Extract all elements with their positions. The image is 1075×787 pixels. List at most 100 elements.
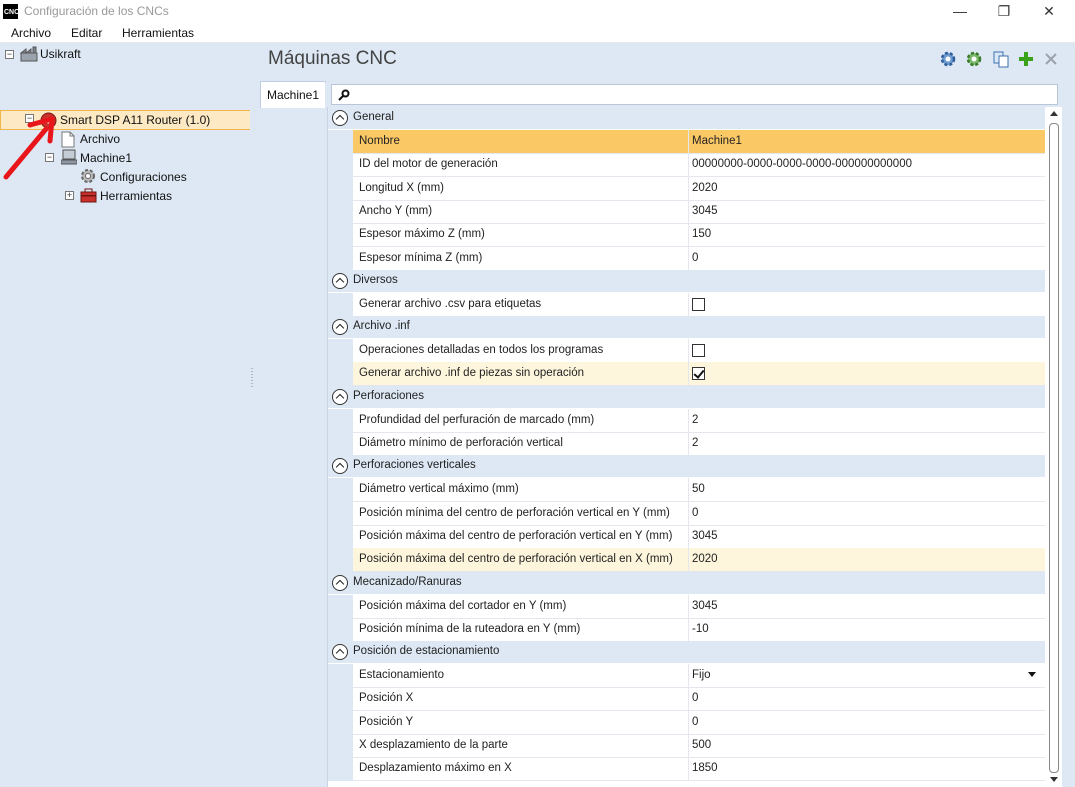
property-row[interactable]: Generar archivo .csv para etiquetas: [328, 293, 1045, 317]
copy-icon[interactable]: [992, 50, 1010, 68]
property-value[interactable]: 0: [692, 716, 698, 728]
property-value[interactable]: 00000000-0000-0000-0000-000000000000: [692, 158, 912, 170]
tree-toggle-herramientas[interactable]: +: [65, 191, 74, 200]
property-row[interactable]: Longitud X (mm) 2020: [328, 177, 1045, 201]
add-icon[interactable]: [1017, 50, 1035, 68]
property-row[interactable]: X desplazamiento de la parte 500: [328, 734, 1045, 758]
collapse-icon[interactable]: [332, 388, 348, 405]
property-row[interactable]: Posición máxima del cortador en Y (mm) 30…: [328, 595, 1045, 619]
vertical-scrollbar[interactable]: [1046, 107, 1062, 787]
category-header[interactable]: Diversos: [328, 269, 1045, 292]
column-divider: [688, 362, 689, 386]
menu-archivo[interactable]: Archivo: [11, 26, 51, 40]
collapse-icon[interactable]: [332, 272, 348, 289]
property-value[interactable]: 50: [692, 483, 705, 495]
menu-bar: Archivo Editar Herramientas: [0, 23, 1075, 43]
property-value[interactable]: 0: [692, 692, 698, 704]
property-name: Diámetro vertical máximo (mm): [359, 483, 519, 495]
property-row[interactable]: Desplazamiento máximo en X 1850: [328, 757, 1045, 781]
category-header[interactable]: Perforaciones verticales: [328, 455, 1045, 478]
property-value[interactable]: 0: [692, 252, 698, 264]
column-divider: [688, 478, 689, 502]
property-row[interactable]: Generar archivo .inf de piezas sin opera…: [328, 362, 1045, 386]
collapse-icon[interactable]: [332, 574, 348, 591]
property-row[interactable]: Operaciones detalladas en todos los prog…: [328, 339, 1045, 363]
property-row[interactable]: Posición Y 0: [328, 711, 1045, 735]
collapse-icon[interactable]: [332, 319, 348, 336]
tree-item-router[interactable]: Smart DSP A11 Router (1.0): [60, 111, 210, 129]
property-checkbox[interactable]: [692, 367, 705, 380]
property-value[interactable]: 2: [692, 414, 698, 426]
menu-herramientas[interactable]: Herramientas: [122, 26, 194, 40]
category-label: Perforaciones: [353, 389, 424, 402]
gear-blue-icon[interactable]: [939, 50, 957, 68]
column-divider: [688, 409, 689, 433]
annotation-arrow-icon: [3, 116, 55, 180]
property-value[interactable]: 3045: [692, 600, 718, 612]
tree-toggle-root[interactable]: −: [5, 50, 14, 59]
tree-item-machine1[interactable]: Machine1: [80, 149, 132, 167]
collapse-icon[interactable]: [332, 458, 348, 475]
property-value[interactable]: -10: [692, 623, 709, 635]
collapse-icon[interactable]: [332, 644, 348, 661]
close-button[interactable]: ✕: [1026, 0, 1072, 23]
property-value[interactable]: 3045: [692, 530, 718, 542]
property-row[interactable]: Espesor máximo Z (mm) 150: [328, 223, 1045, 247]
gear-green-icon[interactable]: [965, 50, 983, 68]
dropdown-arrow-icon[interactable]: [1028, 672, 1036, 677]
scroll-thumb[interactable]: [1049, 123, 1059, 773]
property-checkbox[interactable]: [692, 298, 705, 311]
category-header[interactable]: Posición de estacionamiento: [328, 641, 1045, 664]
property-row[interactable]: ID del motor de generación 00000000-0000-…: [328, 153, 1045, 177]
row-gutter: [328, 595, 353, 619]
tab-machine1[interactable]: Machine1: [260, 81, 326, 108]
property-row[interactable]: Profundidad del perfuración de marcado (…: [328, 409, 1045, 433]
property-row[interactable]: Posición mínima del centro de perforació…: [328, 502, 1045, 526]
menu-editar[interactable]: Editar: [71, 26, 102, 40]
minimize-button[interactable]: —: [937, 0, 983, 23]
property-value[interactable]: 150: [692, 228, 711, 240]
property-value[interactable]: Fijo: [692, 669, 711, 681]
property-row[interactable]: Ancho Y (mm) 3045: [328, 200, 1045, 224]
row-gutter: [328, 293, 353, 317]
property-row[interactable]: Posición máxima del centro de perforació…: [328, 548, 1045, 572]
property-value[interactable]: 0: [692, 507, 698, 519]
property-name: Espesor mínima Z (mm): [359, 252, 483, 264]
row-gutter: [328, 339, 353, 363]
property-value[interactable]: 2020: [692, 182, 718, 194]
property-row[interactable]: Posición máxima del centro de perforació…: [328, 525, 1045, 549]
search-input[interactable]: [331, 84, 1058, 105]
scroll-up-icon[interactable]: [1050, 111, 1058, 116]
tree-item-archivo[interactable]: Archivo: [80, 130, 120, 148]
column-divider: [688, 200, 689, 224]
tree-item-herramientas[interactable]: Herramientas: [100, 187, 172, 205]
category-header[interactable]: General: [328, 107, 1045, 129]
property-checkbox[interactable]: [692, 344, 705, 357]
category-header[interactable]: Perforaciones: [328, 385, 1045, 408]
property-value[interactable]: 1850: [692, 762, 718, 774]
property-row[interactable]: Diámetro vertical máximo (mm) 50: [328, 478, 1045, 502]
category-header[interactable]: Archivo .inf: [328, 316, 1045, 339]
restore-button[interactable]: ❐: [981, 0, 1027, 23]
property-value[interactable]: 500: [692, 739, 711, 751]
property-value[interactable]: 3045: [692, 205, 718, 217]
property-row[interactable]: Posición mínima de la ruteadora en Y (mm…: [328, 618, 1045, 642]
property-value[interactable]: Machine1: [692, 135, 742, 147]
collapse-icon[interactable]: [332, 110, 348, 126]
tree-item-configuraciones[interactable]: Configuraciones: [100, 168, 187, 186]
property-row[interactable]: Espesor mínima Z (mm) 0: [328, 247, 1045, 271]
column-divider: [688, 687, 689, 711]
property-name: Desplazamiento máximo en X: [359, 762, 512, 774]
category-header[interactable]: Mecanizado/Ranuras: [328, 571, 1045, 594]
property-value[interactable]: 2020: [692, 553, 718, 565]
property-row[interactable]: Posición X 0: [328, 687, 1045, 711]
property-row[interactable]: Estacionamiento Fijo: [328, 664, 1045, 688]
row-gutter: [328, 478, 353, 502]
tree-item-usikraft[interactable]: Usikraft: [40, 45, 81, 63]
property-row[interactable]: Diámetro mínimo de perforación vertical 2: [328, 432, 1045, 456]
property-row[interactable]: Nombre Machine1: [328, 130, 1045, 154]
delete-icon[interactable]: [1042, 50, 1060, 68]
property-value[interactable]: 2: [692, 437, 698, 449]
scroll-down-icon[interactable]: [1050, 777, 1058, 782]
property-name: Generar archivo .inf de piezas sin opera…: [359, 367, 585, 379]
